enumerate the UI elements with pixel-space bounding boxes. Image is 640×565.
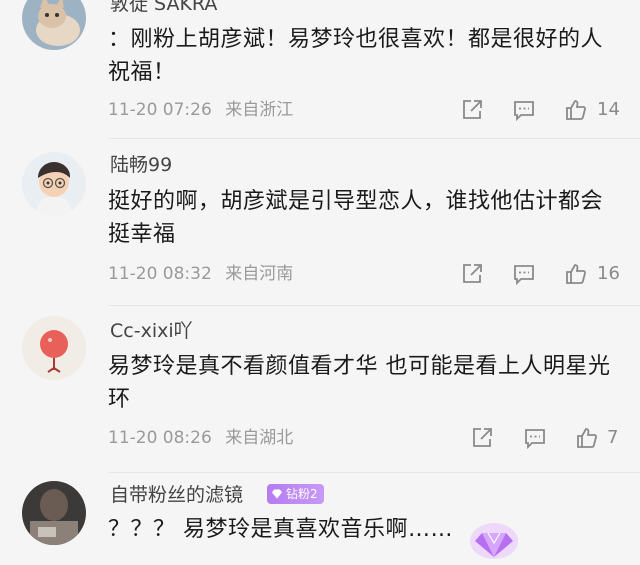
comment-time: 11-20 08:26 [108,428,212,448]
share-button[interactable] [458,96,486,124]
share-icon [473,428,492,447]
share-button[interactable] [458,260,486,288]
like-count: 16 [597,263,620,284]
comment-meta: 11-20 08:32 来自河南 [108,263,293,285]
comment-time: 11-20 08:32 [108,264,212,284]
share-icon [463,100,482,119]
comment-button[interactable] [510,260,538,288]
comment-button[interactable] [521,424,549,452]
thumbs-up-icon [577,428,597,448]
avatar[interactable] [22,152,86,216]
diamond-sticker [468,515,520,561]
fan-badge[interactable]: 钻粉2 [267,484,324,504]
comment-location: 来自河南 [225,264,294,284]
comment-meta: 11-20 08:26 来自湖北 [108,427,293,449]
comment-icon [525,429,545,450]
share-icon [463,264,482,283]
comment-item: 敦徒 SAKRA ：刚粉上胡彦斌！易梦玲也很喜欢！都是很好的人祝福！ 11-20… [0,0,640,138]
diamond-icon [272,489,282,499]
avatar[interactable] [22,0,86,50]
comment-location: 来自湖北 [225,428,294,448]
comment-icon [514,101,534,122]
like-button[interactable] [573,424,601,452]
comment-text: ？？？ 易梦玲是真喜欢音乐啊…… [108,517,453,542]
like-count: 7 [607,427,619,448]
thumbs-up-icon [566,100,586,120]
comment-time: 11-20 07:26 [108,100,212,120]
comment-icon [514,265,534,286]
username[interactable]: Cc-xixi吖 [110,319,193,343]
comment-text: ：刚粉上胡彦斌！易梦玲也很喜欢！都是很好的人祝福！ [108,27,604,85]
comment-item: Cc-xixi吖 易梦玲是真不看颜值看才华 也可能是看上人明星光环 11-20 … [0,306,640,472]
comment-meta: 11-20 07:26 来自浙江 [108,99,293,121]
fan-badge-label: 钻粉2 [286,487,318,501]
thumbs-up-icon [566,264,586,284]
username[interactable]: 敦徒 SAKRA [110,0,217,16]
comment-item: 自带粉丝的滤镜 钻粉2 ？？？ 易梦玲是真喜欢音乐啊…… [0,473,640,561]
comment-location: 来自浙江 [225,100,294,120]
username[interactable]: 自带粉丝的滤镜 [110,483,243,507]
avatar[interactable] [22,481,86,545]
comment-button[interactable] [510,96,538,124]
like-button[interactable] [562,260,590,288]
comment-item: 陆畅99 挺好的啊，胡彦斌是引导型恋人，谁找他估计都会挺幸福 11-20 08:… [0,139,640,305]
like-button[interactable] [562,96,590,124]
avatar[interactable] [22,316,86,380]
username[interactable]: 陆畅99 [110,153,172,177]
comment-text: 易梦玲是真不看颜值看才华 也可能是看上人明星光环 [108,354,611,412]
comment-text: 挺好的啊，胡彦斌是引导型恋人，谁找他估计都会挺幸福 [108,189,604,247]
like-count: 14 [597,99,620,120]
share-button[interactable] [468,424,496,452]
